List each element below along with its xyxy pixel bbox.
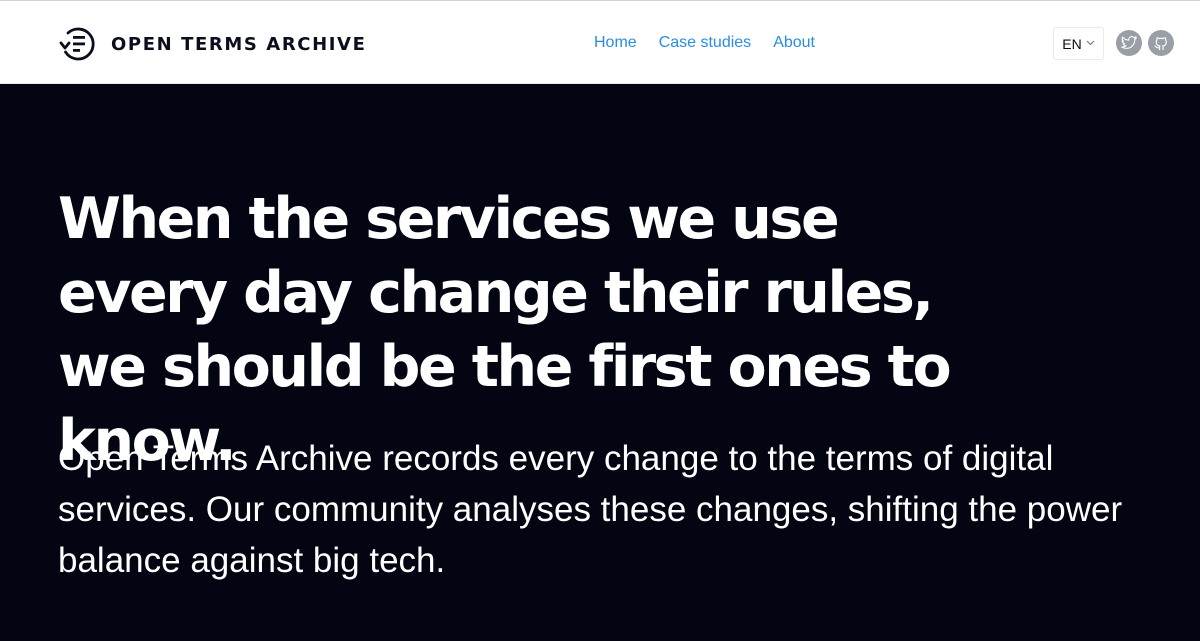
language-select[interactable]: EN — [1053, 27, 1104, 60]
main-nav: Home Case studies About — [594, 34, 815, 52]
twitter-icon — [1121, 36, 1137, 49]
site-logo-text: OPEN TERMS ARCHIVE — [111, 33, 367, 55]
nav-link-case-studies[interactable]: Case studies — [659, 34, 752, 52]
hero-subtitle: Open Terms Archive records every change … — [58, 439, 1123, 580]
site-logo[interactable]: OPEN TERMS ARCHIVE — [57, 23, 367, 65]
nav-link-about[interactable]: About — [773, 34, 815, 52]
document-history-icon — [59, 27, 95, 61]
site-header: OPEN TERMS ARCHIVE Home Case studies Abo… — [0, 0, 1200, 84]
twitter-link[interactable] — [1116, 30, 1142, 56]
chevron-down-icon — [1086, 39, 1095, 49]
hero-section: When the services we use every day chang… — [0, 84, 1200, 641]
github-icon — [1154, 37, 1167, 51]
github-link[interactable] — [1148, 30, 1174, 56]
nav-link-home[interactable]: Home — [594, 34, 637, 52]
language-select-value: EN — [1062, 35, 1082, 52]
